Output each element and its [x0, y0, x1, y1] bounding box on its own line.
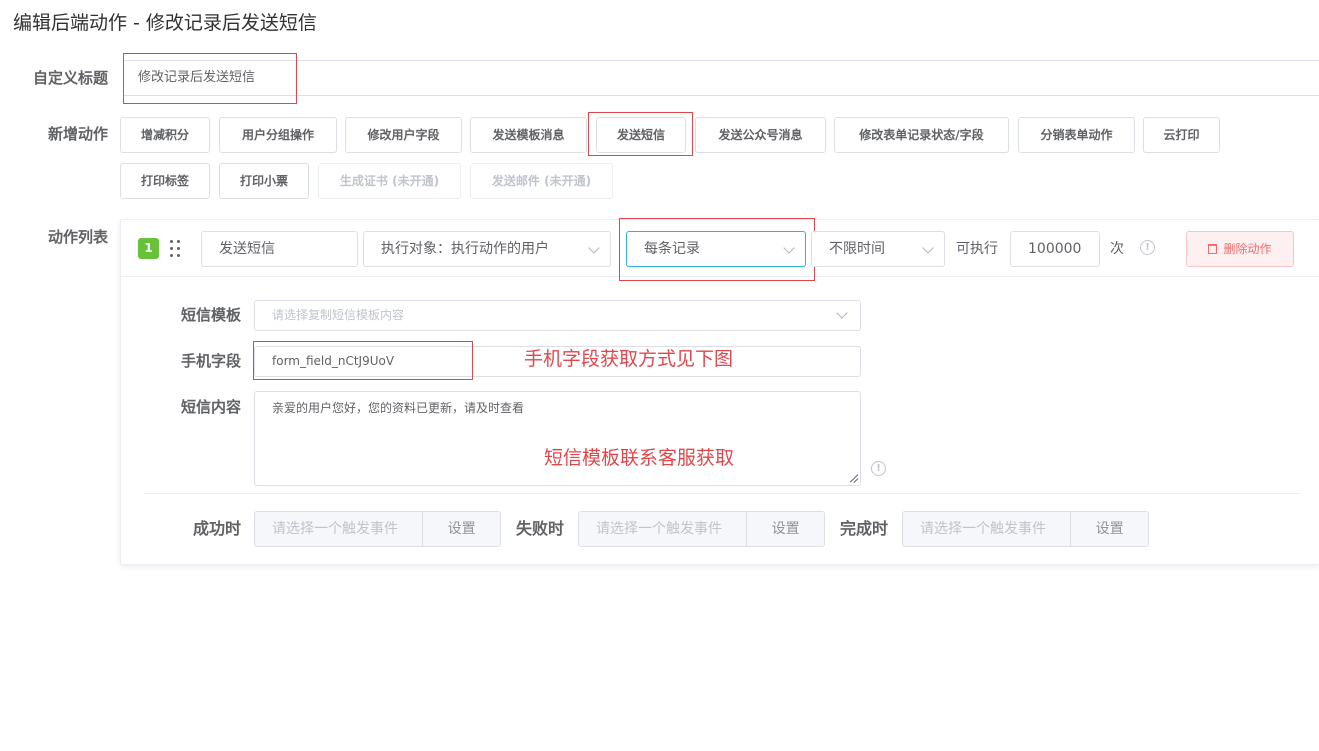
- card-divider: [121, 276, 1319, 277]
- section-divider: [144, 493, 1301, 494]
- distribution-action-button[interactable]: 分销表单动作: [1018, 117, 1135, 153]
- target-select-value: 执行对象：执行动作的用户: [381, 241, 549, 257]
- send-mp-msg-button[interactable]: 发送公众号消息: [695, 117, 826, 153]
- user-group-button[interactable]: 用户分组操作: [219, 117, 337, 153]
- custom-title-input[interactable]: 修改记录后发送短信: [123, 60, 1319, 96]
- action-list-label: 动作列表: [47, 228, 108, 246]
- on-complete-group: 请选择一个触发事件 设置: [902, 511, 1149, 547]
- sms-template-label: 短信模板: [180, 306, 241, 324]
- modify-record-status-button[interactable]: 修改表单记录状态/字段: [834, 117, 1009, 153]
- phone-field-label: 手机字段: [180, 352, 241, 370]
- send-sms-button[interactable]: 发送短信: [596, 117, 686, 153]
- phone-annotation: 手机字段获取方式见下图: [524, 348, 734, 370]
- send-template-msg-button[interactable]: 发送模板消息: [470, 117, 587, 153]
- chevron-down-icon: [922, 242, 934, 254]
- page-title: 编辑后端动作 - 修改记录后发送短信: [13, 12, 317, 34]
- on-fail-select[interactable]: 请选择一个触发事件: [579, 512, 748, 546]
- chevron-down-icon: [588, 242, 600, 254]
- time-select-value: 不限时间: [829, 241, 885, 257]
- cloud-print-button[interactable]: 云打印: [1143, 117, 1220, 153]
- chevron-down-icon: [783, 242, 795, 254]
- template-annotation: 短信模板联系客服获取: [544, 447, 735, 469]
- info-icon[interactable]: !: [1140, 240, 1155, 255]
- chevron-down-icon: [836, 307, 848, 319]
- sms-template-select[interactable]: 请选择复制短信模板内容: [254, 300, 861, 331]
- action-name-input[interactable]: 发送短信: [201, 231, 358, 267]
- delete-action-label: 删除动作: [1223, 242, 1272, 256]
- time-select[interactable]: 不限时间: [811, 231, 945, 267]
- exec-suffix-text: 次: [1110, 241, 1124, 257]
- add-points-button[interactable]: 增减积分: [120, 117, 210, 153]
- exec-prefix-text: 可执行: [956, 241, 998, 257]
- sms-template-placeholder: 请选择复制短信模板内容: [272, 308, 405, 322]
- on-fail-group: 请选择一个触发事件 设置: [578, 511, 825, 547]
- scope-select-value: 每条记录: [644, 241, 700, 257]
- scope-select[interactable]: 每条记录: [626, 231, 806, 267]
- modify-user-field-button[interactable]: 修改用户字段: [345, 117, 462, 153]
- on-fail-label: 失败时: [516, 519, 565, 538]
- resize-handle-icon[interactable]: [849, 474, 859, 484]
- target-select[interactable]: 执行对象：执行动作的用户: [363, 231, 611, 267]
- sms-content-value: 亲爱的用户您好，您的资料已更新，请及时查看: [272, 401, 525, 415]
- on-complete-select[interactable]: 请选择一个触发事件: [903, 512, 1072, 546]
- sms-content-label: 短信内容: [180, 398, 241, 416]
- exec-count-input[interactable]: 100000: [1010, 231, 1100, 267]
- sms-content-textarea[interactable]: 亲爱的用户您好，您的资料已更新，请及时查看: [254, 391, 861, 486]
- generate-cert-button[interactable]: 生成证书 (未开通): [318, 163, 461, 199]
- action-index-badge: 1: [138, 238, 159, 259]
- print-ticket-button[interactable]: 打印小票: [219, 163, 309, 199]
- on-success-select[interactable]: 请选择一个触发事件: [255, 512, 424, 546]
- delete-action-button[interactable]: 删除动作: [1186, 231, 1294, 267]
- drag-handle-icon[interactable]: [168, 239, 182, 258]
- print-label-button[interactable]: 打印标签: [120, 163, 210, 199]
- send-email-button[interactable]: 发送邮件 (未开通): [470, 163, 613, 199]
- on-success-group: 请选择一个触发事件 设置: [254, 511, 501, 547]
- on-success-set-button[interactable]: 设置: [423, 512, 500, 546]
- trash-icon: [1208, 244, 1218, 254]
- on-complete-set-button[interactable]: 设置: [1071, 512, 1148, 546]
- info-icon[interactable]: !: [871, 461, 886, 476]
- on-fail-set-button[interactable]: 设置: [747, 512, 824, 546]
- on-success-label: 成功时: [193, 519, 242, 538]
- custom-title-label: 自定义标题: [32, 69, 108, 87]
- on-complete-label: 完成时: [840, 519, 889, 538]
- add-action-label: 新增动作: [47, 125, 108, 143]
